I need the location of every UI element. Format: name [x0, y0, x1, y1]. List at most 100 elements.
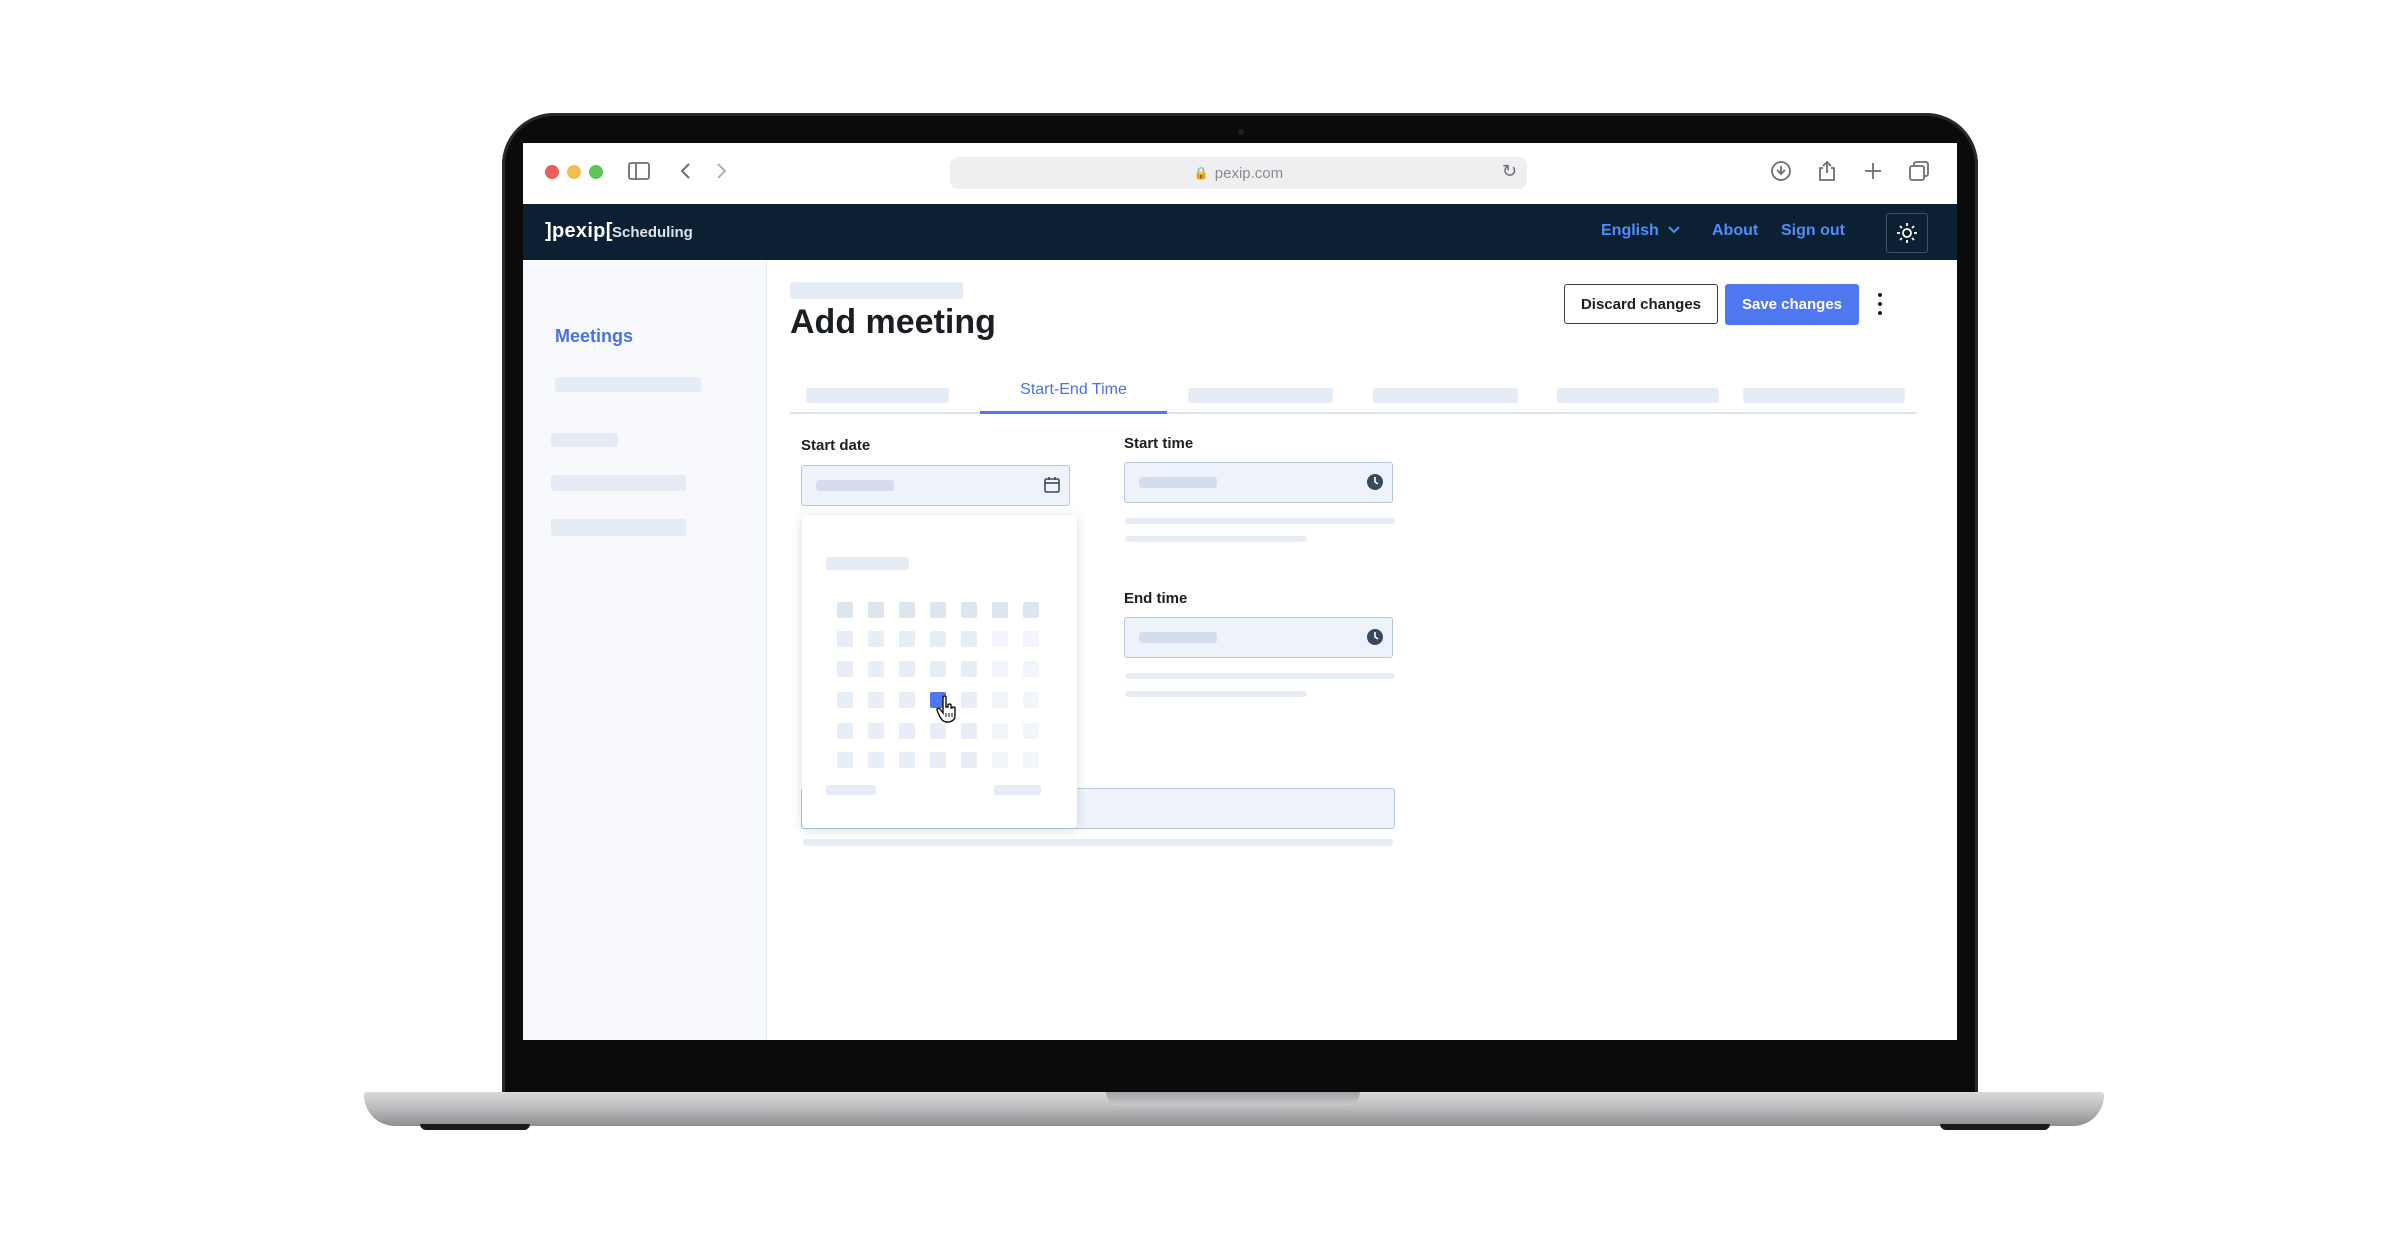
calendar-day[interactable]: [1023, 661, 1039, 677]
maximize-window-button[interactable]: [589, 165, 603, 179]
minimize-window-button[interactable]: [567, 165, 581, 179]
calendar-footer-placeholder[interactable]: [994, 785, 1041, 795]
month-title-placeholder[interactable]: [826, 557, 909, 570]
reload-icon[interactable]: ↻: [1502, 161, 1517, 182]
sign-out-link[interactable]: Sign out: [1781, 222, 1845, 240]
tab-placeholder[interactable]: [1743, 388, 1905, 403]
url-bar[interactable]: 🔒 pexip.com ↻: [950, 157, 1527, 189]
calendar-day[interactable]: [930, 752, 946, 768]
calendar-weekday-placeholder: [899, 602, 915, 618]
calendar-day[interactable]: [930, 661, 946, 677]
save-changes-button[interactable]: Save changes: [1725, 284, 1859, 325]
calendar-footer-placeholder[interactable]: [826, 785, 876, 795]
theme-toggle-button[interactable]: [1886, 213, 1928, 253]
clock-icon[interactable]: [1366, 473, 1384, 491]
calendar-day[interactable]: [992, 661, 1008, 677]
calendar-day[interactable]: [930, 631, 946, 647]
chevron-right-icon[interactable]: [708, 159, 734, 185]
close-window-button[interactable]: [545, 165, 559, 179]
calendar-day[interactable]: [837, 752, 853, 768]
calendar-day[interactable]: [961, 631, 977, 647]
calendar-day[interactable]: [899, 752, 915, 768]
chevron-left-icon[interactable]: [673, 159, 699, 185]
calendar-day[interactable]: [899, 723, 915, 739]
sidebar-item-placeholder[interactable]: [555, 377, 701, 392]
hint-placeholder: [1125, 673, 1395, 679]
share-icon[interactable]: [1814, 159, 1840, 185]
calendar-day[interactable]: [992, 723, 1008, 739]
sun-icon: [1897, 223, 1917, 243]
url-text: pexip.com: [1214, 164, 1284, 182]
calendar-day[interactable]: [899, 631, 915, 647]
calendar-day[interactable]: [1023, 752, 1039, 768]
hand-cursor-icon: [935, 695, 959, 729]
calendar-day[interactable]: [868, 692, 884, 708]
calendar-day[interactable]: [1023, 723, 1039, 739]
calendar-day[interactable]: [899, 692, 915, 708]
calendar-day[interactable]: [992, 631, 1008, 647]
sidebar-item-placeholder[interactable]: [551, 433, 618, 447]
calendar-icon[interactable]: [1043, 476, 1061, 494]
sidebar-item-placeholder[interactable]: [551, 475, 686, 491]
laptop-notch: [1106, 1092, 1360, 1106]
laptop-foot-left: [420, 1124, 530, 1130]
kebab-icon[interactable]: [1873, 290, 1887, 318]
calendar-day[interactable]: [899, 661, 915, 677]
language-select[interactable]: English: [1601, 222, 1681, 240]
tab-placeholder[interactable]: [806, 388, 949, 403]
start-time-label: Start time: [1124, 435, 1194, 452]
camera-dot: [1238, 129, 1244, 135]
breadcrumb-placeholder[interactable]: [790, 282, 963, 299]
browser-toolbar: 🔒 pexip.com ↻: [523, 143, 1957, 205]
calendar-day[interactable]: [961, 723, 977, 739]
pexip-logo[interactable]: ]pexip[: [545, 220, 613, 243]
calendar-day[interactable]: [837, 631, 853, 647]
calendar-day[interactable]: [1023, 631, 1039, 647]
calendar-day[interactable]: [1023, 692, 1039, 708]
app-header: ]pexip[ Scheduling English About Sign ou…: [523, 204, 1957, 260]
calendar-day[interactable]: [868, 631, 884, 647]
calendar-day[interactable]: [868, 661, 884, 677]
sidebar-icon[interactable]: [626, 159, 652, 185]
plus-icon[interactable]: [1860, 159, 1886, 185]
download-icon[interactable]: [1768, 159, 1794, 185]
tab-start-end-time[interactable]: Start-End Time: [980, 381, 1167, 399]
sidebar-item-placeholder[interactable]: [551, 519, 686, 536]
calendar-day[interactable]: [837, 692, 853, 708]
tab-placeholder[interactable]: [1188, 388, 1333, 403]
tabs-divider: [790, 412, 1917, 414]
hint-placeholder: [1125, 518, 1395, 524]
chevron-down-icon: [1668, 226, 1680, 234]
screen: 🔒 pexip.com ↻ ]pexip[ Scheduling English…: [523, 143, 1957, 1040]
calendar-day[interactable]: [868, 752, 884, 768]
end-time-input[interactable]: [1124, 617, 1393, 658]
laptop-foot-right: [1940, 1124, 2050, 1130]
hint-placeholder: [1125, 691, 1307, 697]
lock-icon: 🔒: [1193, 166, 1209, 180]
calendar-day[interactable]: [961, 661, 977, 677]
calendar-weekday-placeholder: [1023, 602, 1039, 618]
calendar-day[interactable]: [992, 692, 1008, 708]
tabs-icon[interactable]: [1906, 159, 1932, 185]
calendar-day[interactable]: [837, 661, 853, 677]
tab-placeholder[interactable]: [1373, 388, 1518, 403]
sidebar: Meetings: [523, 260, 767, 1040]
sidebar-item-meetings[interactable]: Meetings: [555, 326, 633, 347]
language-label: English: [1601, 222, 1659, 239]
calendar-day[interactable]: [868, 723, 884, 739]
time-value-placeholder: [1139, 477, 1217, 488]
start-date-input[interactable]: [801, 465, 1070, 506]
start-time-input[interactable]: [1124, 462, 1393, 503]
hint-placeholder: [1125, 536, 1307, 542]
clock-icon[interactable]: [1366, 628, 1384, 646]
tab-placeholder[interactable]: [1557, 388, 1719, 403]
calendar-day[interactable]: [961, 752, 977, 768]
calendar-day[interactable]: [961, 692, 977, 708]
discard-changes-button[interactable]: Discard changes: [1564, 284, 1718, 324]
about-link[interactable]: About: [1712, 222, 1758, 240]
calendar-day[interactable]: [992, 752, 1008, 768]
calendar-day[interactable]: [837, 723, 853, 739]
date-picker-popover: [802, 515, 1077, 828]
hint-placeholder: [803, 839, 1393, 846]
calendar-weekday-placeholder: [961, 602, 977, 618]
